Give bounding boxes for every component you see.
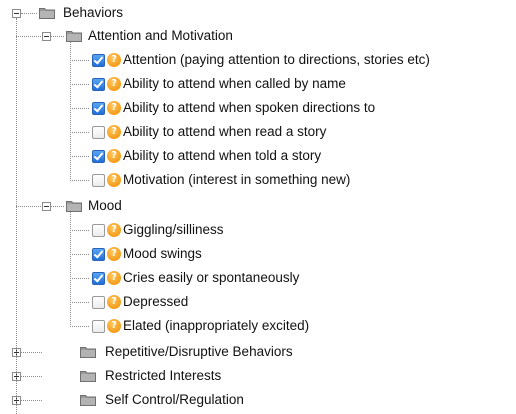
expand-collapse-behaviors-icon[interactable] — [12, 9, 21, 18]
item-checkbox[interactable] — [92, 320, 105, 333]
help-icon[interactable]: ? — [107, 173, 121, 187]
tree-guide-line — [51, 36, 64, 37]
item-checkbox[interactable] — [92, 272, 105, 285]
tree-item-label[interactable]: Ability to attend when read a story — [123, 124, 326, 140]
tree-guide-line — [21, 352, 42, 353]
tree-guide-line — [51, 206, 64, 207]
help-icon[interactable]: ? — [107, 149, 121, 163]
help-icon[interactable]: ? — [107, 271, 121, 285]
tree-node-behaviors[interactable]: Behaviors — [63, 5, 123, 21]
tree-item-label[interactable]: Cries easily or spontaneously — [123, 270, 299, 286]
tree-guide-line — [70, 108, 89, 109]
tree-guide-line — [70, 302, 89, 303]
tree-item-label[interactable]: Attention (paying attention to direction… — [123, 52, 430, 68]
item-checkbox[interactable] — [92, 248, 105, 261]
expand-collapse-attention-and-motivation-icon[interactable] — [42, 32, 51, 41]
tree-guide-line — [70, 278, 89, 279]
tree-node-mood[interactable]: Mood — [88, 198, 122, 214]
tree-item-label[interactable]: Depressed — [123, 294, 188, 310]
tree-guide-line — [21, 400, 42, 401]
tree-guide-line — [16, 18, 17, 414]
item-checkbox[interactable] — [92, 126, 105, 139]
folder-icon — [80, 370, 96, 382]
help-icon[interactable]: ? — [107, 77, 121, 91]
tree-guide-line — [70, 84, 89, 85]
item-checkbox[interactable] — [92, 78, 105, 91]
folder-icon — [39, 7, 55, 19]
item-checkbox[interactable] — [92, 150, 105, 163]
item-checkbox[interactable] — [92, 174, 105, 187]
help-icon[interactable]: ? — [107, 247, 121, 261]
help-icon[interactable]: ? — [107, 53, 121, 67]
item-checkbox[interactable] — [92, 102, 105, 115]
help-icon[interactable]: ? — [107, 319, 121, 333]
help-icon[interactable]: ? — [107, 295, 121, 309]
item-checkbox[interactable] — [92, 54, 105, 67]
tree-node-attention-and-motivation[interactable]: Attention and Motivation — [88, 28, 233, 44]
tree-node-self-control-regulation[interactable]: Self Control/Regulation — [105, 392, 244, 408]
tree-guide-line — [21, 13, 37, 14]
tree-item-label[interactable]: Ability to attend when spoken directions… — [123, 100, 375, 116]
item-checkbox[interactable] — [92, 296, 105, 309]
tree-item-label[interactable]: Elated (inappropriately excited) — [123, 318, 309, 334]
folder-icon — [80, 394, 96, 406]
tree-guide-line — [70, 180, 89, 181]
tree-guide-line — [70, 212, 71, 327]
folder-icon — [80, 346, 96, 358]
tree-item-label[interactable]: Ability to attend when called by name — [123, 76, 346, 92]
tree-item-label[interactable]: Giggling/silliness — [123, 222, 224, 238]
tree-item-label[interactable]: Motivation (interest in something new) — [123, 172, 350, 188]
tree-guide-line — [70, 42, 71, 181]
tree-guide-line — [16, 206, 41, 207]
help-icon[interactable]: ? — [107, 101, 121, 115]
tree-item-label[interactable]: Mood swings — [123, 246, 202, 262]
tree-node-repetitive-disruptive-behaviors[interactable]: Repetitive/Disruptive Behaviors — [105, 344, 293, 360]
help-icon[interactable]: ? — [107, 223, 121, 237]
tree-guide-line — [70, 60, 89, 61]
tree-guide-line — [70, 230, 89, 231]
tree-guide-line — [70, 326, 89, 327]
tree-guide-line — [70, 156, 89, 157]
help-icon[interactable]: ? — [107, 125, 121, 139]
item-checkbox[interactable] — [92, 224, 105, 237]
folder-icon — [66, 200, 82, 212]
expand-collapse-mood-icon[interactable] — [42, 202, 51, 211]
folder-icon — [66, 30, 82, 42]
tree-node-restricted-interests[interactable]: Restricted Interests — [105, 368, 221, 384]
tree-guide-line — [16, 36, 41, 37]
tree-guide-line — [70, 132, 89, 133]
tree-item-label[interactable]: Ability to attend when told a story — [123, 148, 321, 164]
tree-guide-line — [70, 254, 89, 255]
tree-guide-line — [21, 376, 42, 377]
